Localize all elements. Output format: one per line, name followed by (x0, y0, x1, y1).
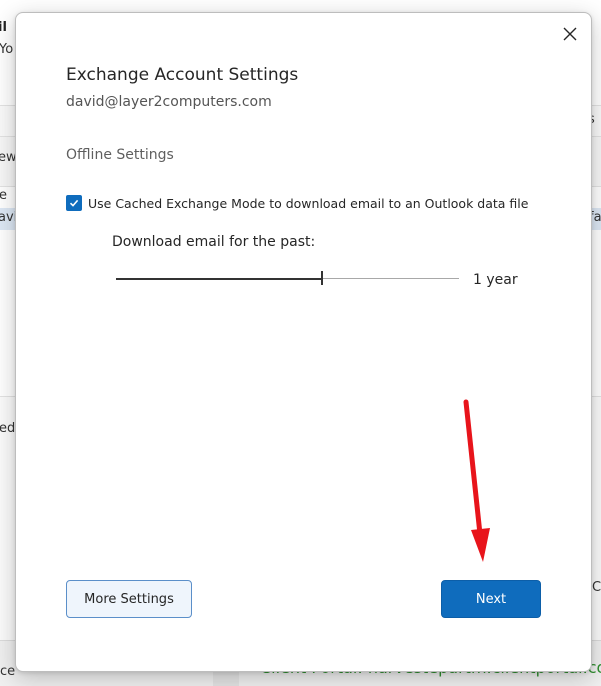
dialog-title: Exchange Account Settings (66, 65, 299, 85)
download-period-slider[interactable] (116, 270, 459, 286)
close-button[interactable] (555, 19, 585, 49)
cached-mode-option[interactable]: Use Cached Exchange Mode to download ema… (66, 195, 528, 211)
download-period-label: Download email for the past: (112, 234, 316, 250)
background-footer-right-text: C (592, 580, 601, 595)
checkmark-icon (69, 199, 79, 207)
account-email: david@layer2computers.com (66, 94, 272, 110)
cached-mode-label: Use Cached Exchange Mode to download ema… (88, 195, 529, 211)
slider-thumb[interactable] (321, 271, 323, 285)
background-lower-text: ed (0, 421, 16, 436)
slider-track-filled (116, 278, 322, 280)
cached-mode-checkbox[interactable] (66, 195, 82, 211)
close-icon (563, 27, 577, 41)
background-header-text-2: Yo (0, 42, 14, 57)
section-heading: Offline Settings (66, 147, 174, 163)
background-list-text-1: e (0, 188, 7, 203)
background-footer-text: ce (0, 664, 16, 679)
exchange-account-settings-dialog: Exchange Account Settings david@layer2co… (15, 12, 592, 672)
slider-value-text: 1 year (473, 272, 518, 288)
more-settings-button[interactable]: More Settings (66, 580, 192, 618)
slider-track-empty (322, 278, 459, 279)
background-header-text-1: il (0, 20, 7, 35)
next-button[interactable]: Next (441, 580, 541, 618)
